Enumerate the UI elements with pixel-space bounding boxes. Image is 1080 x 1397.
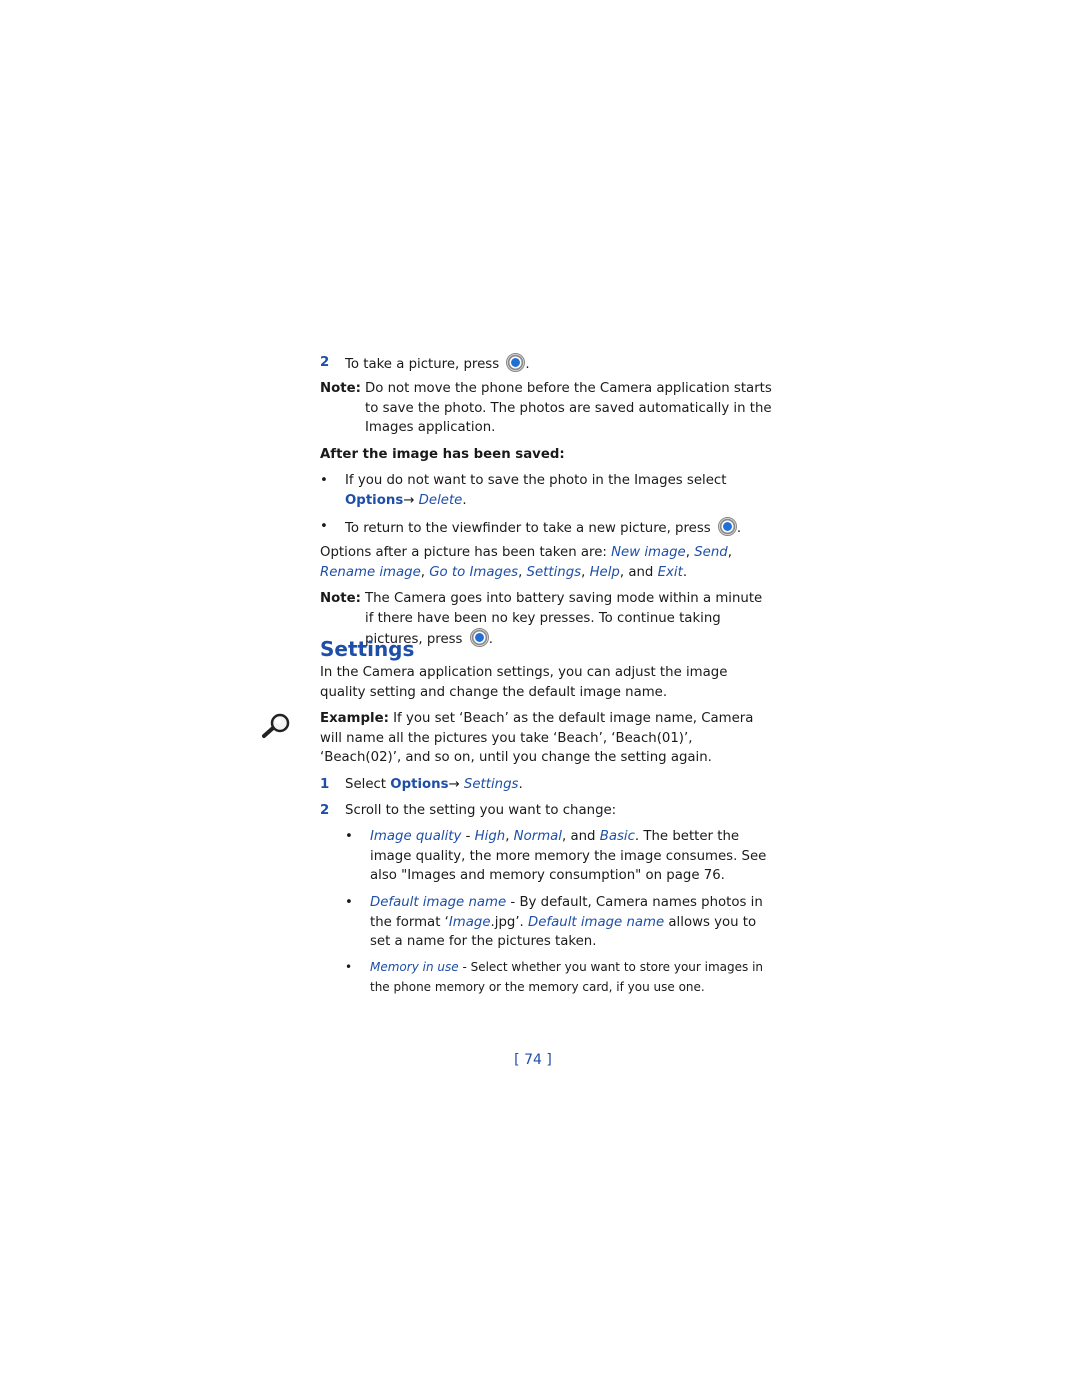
setting-default-image-name: • Default image name - By default, Camer… <box>345 893 772 952</box>
options-intro: Options after a picture has been taken a… <box>320 545 607 560</box>
step-2-take-picture: 2 To take a picture, press . <box>320 353 772 375</box>
bullet-icon: • <box>320 519 328 534</box>
bullet-delete: • If you do not want to save the photo i… <box>320 471 772 510</box>
punct: . <box>736 521 742 536</box>
option-new-image: New image <box>611 545 686 560</box>
punct: . <box>488 632 493 647</box>
section-title: Settings <box>320 637 415 661</box>
step-number: 1 <box>320 777 330 792</box>
manual-page: 2 To take a picture, press . Note: Do no… <box>0 0 1080 1397</box>
setting-name: Memory in use <box>370 960 459 974</box>
value-normal: Normal <box>513 829 563 844</box>
note-text: The Camera goes into battery saving mode… <box>365 591 763 647</box>
setting-description: .jpg’. <box>490 914 529 930</box>
option-settings: Settings <box>526 564 582 580</box>
dash: - <box>461 829 475 844</box>
menu-options: Options <box>390 777 449 792</box>
menu-options: Options <box>345 492 404 508</box>
value-basic: Basic <box>599 829 635 844</box>
setting-memory-in-use: • Memory in use - Select whether you wan… <box>345 958 772 997</box>
arrow-icon: → <box>448 777 460 792</box>
punct: . <box>525 357 530 372</box>
note-text: Do not move the phone before the Camera … <box>365 381 772 435</box>
navi-key-icon <box>506 353 526 372</box>
option-send: Send <box>694 545 728 560</box>
bullet-return: • To return to the viewfinder to take a … <box>320 517 772 539</box>
and-word: and <box>628 564 654 580</box>
dash: - <box>506 895 520 910</box>
option-exit: Exit <box>657 564 683 580</box>
step-number: 2 <box>320 803 330 818</box>
step-text: Scroll to the setting you want to change… <box>345 803 617 818</box>
note-label: Note: <box>320 591 361 606</box>
settings-intro: In the Camera application settings, you … <box>320 665 728 700</box>
options-paragraph: Options after a picture has been taken a… <box>320 545 732 580</box>
setting-name: Image quality <box>370 829 462 844</box>
punct: . <box>518 777 523 792</box>
setting-image-quality: • Image quality - High, Normal, and Basi… <box>345 829 767 883</box>
bullet-icon: • <box>345 829 353 844</box>
bullet-icon: • <box>345 895 353 910</box>
bullet-text: To return to the viewfinder to take a ne… <box>345 521 711 536</box>
magnifier-icon <box>262 713 290 738</box>
page-number: [ 74 ] <box>514 1052 552 1068</box>
format-name: Image <box>448 914 491 930</box>
option-help: Help <box>589 564 620 580</box>
menu-delete: Delete <box>418 492 463 508</box>
after-saved-heading: After the image has been saved: <box>320 447 565 462</box>
step-number: 2 <box>320 355 330 370</box>
bullet-icon: • <box>320 473 328 488</box>
option-rename-image: Rename image <box>320 564 421 580</box>
example-block: Example: If you set ‘Beach’ as the defau… <box>320 709 772 768</box>
step-text: To take a picture, press <box>345 357 500 372</box>
step-1-select-settings: 1 Select Options→ Settings. <box>320 775 772 795</box>
example-label: Example: <box>320 711 389 726</box>
option-go-to-images: Go to Images <box>429 564 519 580</box>
arrow-icon: → <box>403 492 415 508</box>
dash: - <box>458 960 471 974</box>
and-word: , and <box>562 829 600 844</box>
note-1: Note: Do not move the phone before the C… <box>320 379 772 438</box>
menu-settings: Settings <box>463 777 519 792</box>
note-label: Note: <box>320 381 361 396</box>
bullet-icon: • <box>345 960 353 974</box>
punct: . <box>682 564 688 580</box>
step-text: Select <box>345 777 387 792</box>
navi-key-icon <box>469 628 489 647</box>
step-2-scroll: 2 Scroll to the setting you want to chan… <box>320 801 772 821</box>
setting-name: Default image name <box>370 895 507 910</box>
punct: . <box>462 492 467 508</box>
bullet-text: If you do not want to save the photo in … <box>345 473 727 488</box>
setting-name-ref: Default image name <box>528 914 665 930</box>
value-high: High <box>474 829 506 844</box>
navi-key-icon <box>717 517 737 536</box>
